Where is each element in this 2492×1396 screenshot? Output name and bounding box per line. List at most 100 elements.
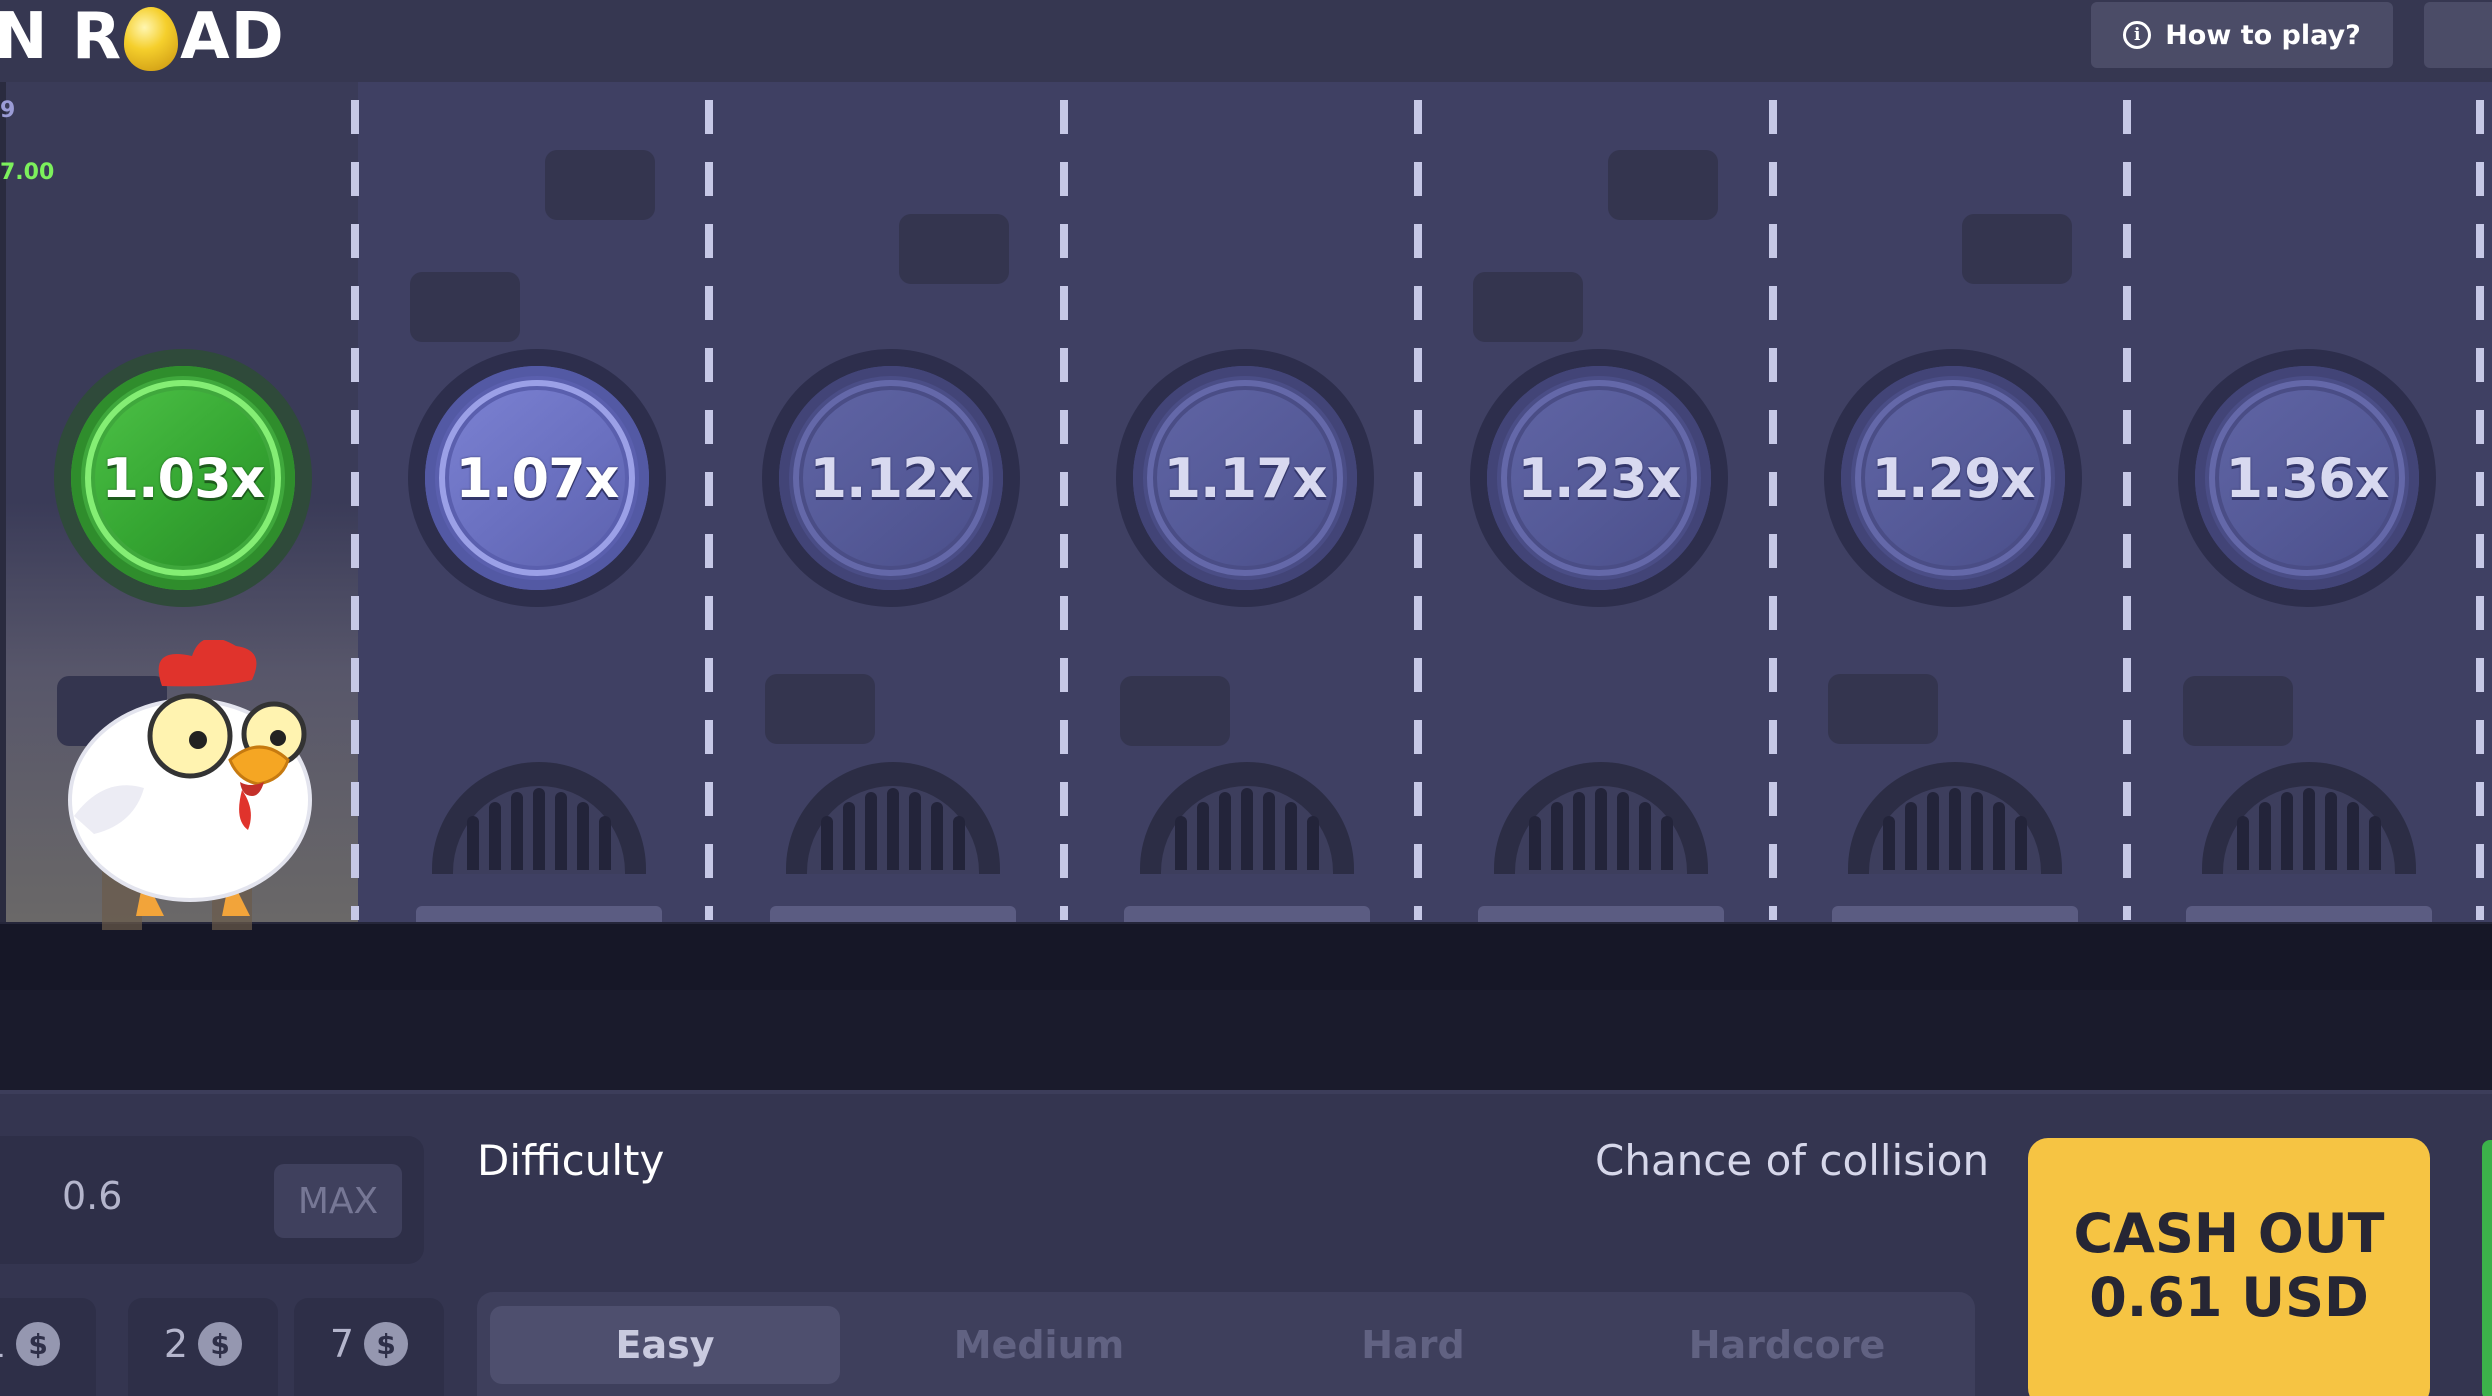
lane-divider [1769, 100, 1777, 920]
road-block [410, 272, 520, 342]
quick-bet-7-button[interactable]: 7 $ [294, 1298, 444, 1396]
multiplier-face: 1.23x [1511, 390, 1687, 566]
multiplier-ring: 1.07x [425, 366, 649, 590]
multiplier-face: 1.29x [1865, 390, 2041, 566]
multiplier-lane-1: 1.03x [54, 349, 312, 607]
grate-bar [1219, 792, 1231, 870]
road-block [545, 150, 655, 220]
multiplier-ring: 1.29x [1841, 366, 2065, 590]
grate-bar [1639, 802, 1651, 870]
manhole-grate [1161, 786, 1333, 874]
chicken-character-icon [68, 640, 312, 930]
manhole-icon [1140, 762, 1354, 874]
side-stat-top: 9 [0, 98, 16, 123]
quick-bet-amount: 7 [329, 1322, 355, 1366]
dollar-coin-icon: $ [364, 1322, 409, 1366]
difficulty-medium-tab[interactable]: Medium [864, 1306, 1214, 1384]
multiplier-ring: 1.36x [2195, 366, 2419, 590]
grate-bar [2303, 788, 2315, 870]
multiplier-value: 1.36x [2225, 446, 2389, 510]
grate-bar [865, 792, 877, 870]
grate-bar [1197, 802, 1209, 870]
grate-bar [577, 802, 589, 870]
grate-bar [1285, 802, 1297, 870]
grate-bar [1971, 792, 1983, 870]
grate-bar [2259, 802, 2271, 870]
road-block [1962, 214, 2072, 284]
grate-bar [909, 792, 921, 870]
quick-bet-1-button[interactable]: 1 $ [0, 1298, 96, 1396]
multiplier-value: 1.29x [1871, 446, 2035, 510]
max-bet-button[interactable]: MAX [274, 1164, 402, 1238]
go-button-edge[interactable] [2482, 1140, 2492, 1396]
quick-bet-2-button[interactable]: 2 $ [128, 1298, 278, 1396]
header-menu-button[interactable] [2424, 2, 2492, 68]
lane-divider [351, 100, 359, 920]
manhole-grate [1869, 786, 2041, 874]
grate-bar [821, 816, 833, 870]
road-block [899, 214, 1009, 284]
multiplier-lane-4: 1.17x [1116, 349, 1374, 607]
how-to-play-label: How to play? [2165, 19, 2361, 51]
grate-bar [2369, 816, 2381, 870]
road-curb [0, 922, 2492, 924]
grate-bar [1993, 802, 2005, 870]
grate-bar [1307, 816, 1319, 870]
grate-bar [931, 802, 943, 870]
manhole-base [1478, 906, 1724, 922]
road-block [1828, 674, 1938, 744]
multiplier-face: 1.07x [449, 390, 625, 566]
lane-divider [705, 100, 713, 920]
multiplier-value: 1.12x [809, 446, 973, 510]
multiplier-value: 1.03x [101, 446, 265, 510]
grate-bar [1573, 792, 1585, 870]
road-block [1473, 272, 1583, 342]
dollar-coin-icon: $ [16, 1322, 61, 1366]
manhole-grate [2223, 786, 2395, 874]
grate-bar [555, 792, 567, 870]
manhole-base [770, 906, 1016, 922]
difficulty-label: Difficulty [477, 1136, 665, 1185]
game-board: 9 7.00 1.03x 1.07x 1.12x 1.17x 1.23x 1.2… [0, 82, 2492, 924]
manhole-base [416, 906, 662, 922]
grate-bar [1175, 816, 1187, 870]
lane-divider [1060, 100, 1068, 920]
cash-out-label: CASH OUT [2073, 1202, 2385, 1265]
manhole-grate [1515, 786, 1687, 874]
multiplier-lane-2[interactable]: 1.07x [408, 349, 666, 607]
manhole-grate [807, 786, 979, 874]
manhole-icon [1848, 762, 2062, 874]
difficulty-hardcore-tab[interactable]: Hardcore [1612, 1306, 1962, 1384]
grate-bar [2347, 802, 2359, 870]
bet-amount-value[interactable]: 0.6 [62, 1174, 122, 1218]
grate-bar [1263, 792, 1275, 870]
grate-bar [511, 792, 523, 870]
multiplier-lane-6: 1.29x [1824, 349, 2082, 607]
lane-divider [2123, 100, 2131, 920]
road-block [1608, 150, 1718, 220]
info-icon: i [2123, 21, 2152, 49]
grate-bar [2325, 792, 2337, 870]
difficulty-hard-tab[interactable]: Hard [1238, 1306, 1588, 1384]
lane-divider [2476, 100, 2484, 920]
logo-text-left: N R [0, 0, 123, 74]
how-to-play-button[interactable]: i How to play? [2091, 2, 2393, 68]
manhole-base [1832, 906, 2078, 922]
sidewalk-edge [0, 82, 6, 924]
grate-bar [1949, 788, 1961, 870]
grate-bar [1595, 788, 1607, 870]
multiplier-face: 1.17x [1157, 390, 1333, 566]
multiplier-face: 1.03x [95, 390, 271, 566]
grate-bar [1927, 792, 1939, 870]
multiplier-value: 1.23x [1517, 446, 1681, 510]
grate-bar [1905, 802, 1917, 870]
difficulty-easy-tab[interactable]: Easy [490, 1306, 840, 1384]
top-bar: N R AD i How to play? [0, 0, 2492, 82]
cash-out-amount: 0.61 USD [2089, 1266, 2369, 1329]
grate-bar [1551, 802, 1563, 870]
grate-bar [953, 816, 965, 870]
manhole-icon [432, 762, 646, 874]
road-block [2183, 676, 2293, 746]
cash-out-button[interactable]: CASH OUT 0.61 USD [2028, 1138, 2430, 1396]
road-block [1120, 676, 1230, 746]
